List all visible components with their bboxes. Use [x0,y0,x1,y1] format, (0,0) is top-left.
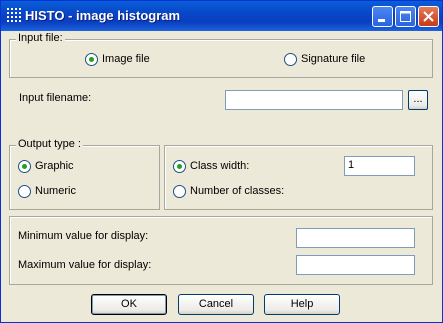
number-of-classes-radio[interactable] [173,185,186,198]
input-file-group: Input file: [9,32,433,78]
app-grid-icon [7,8,21,22]
minimize-icon [378,19,385,22]
class-width-field[interactable]: 1 [344,156,415,176]
close-button[interactable] [418,6,439,27]
max-display-field[interactable] [296,255,415,275]
help-button[interactable]: Help [264,294,340,315]
numeric-label[interactable]: Numeric [35,185,76,197]
browse-button[interactable]: ... [408,90,428,110]
max-display-label: Maximum value for display: [18,259,152,271]
input-filename-label: Input filename: [19,92,92,104]
output-type-group-label: Output type : [16,138,83,150]
signature-file-label[interactable]: Signature file [301,53,365,65]
number-of-classes-label[interactable]: Number of classes: [190,185,284,197]
min-display-label: Minimum value for display: [18,230,149,242]
graphic-label[interactable]: Graphic [35,160,74,172]
cancel-button[interactable]: Cancel [178,294,254,315]
signature-file-radio[interactable] [284,53,297,66]
min-display-field[interactable] [296,228,415,248]
image-file-radio[interactable] [85,53,98,66]
class-width-radio[interactable] [173,160,186,173]
numeric-radio[interactable] [18,185,31,198]
maximize-icon [400,11,411,22]
ok-button[interactable]: OK [91,294,167,315]
graphic-radio[interactable] [18,160,31,173]
dialog-window: HISTO - image histogram Input file: Imag… [0,0,443,323]
class-width-label[interactable]: Class width: [190,160,249,172]
title-bar[interactable]: HISTO - image histogram [1,1,442,31]
classes-group [164,145,433,210]
minimize-button[interactable] [372,6,393,27]
input-filename-field[interactable] [225,90,403,110]
close-icon [423,11,434,22]
output-type-group: Output type : [9,138,160,210]
window-title: HISTO - image histogram [25,8,181,23]
maximize-button[interactable] [395,6,416,27]
input-file-group-label: Input file: [16,32,65,44]
image-file-label[interactable]: Image file [102,53,150,65]
